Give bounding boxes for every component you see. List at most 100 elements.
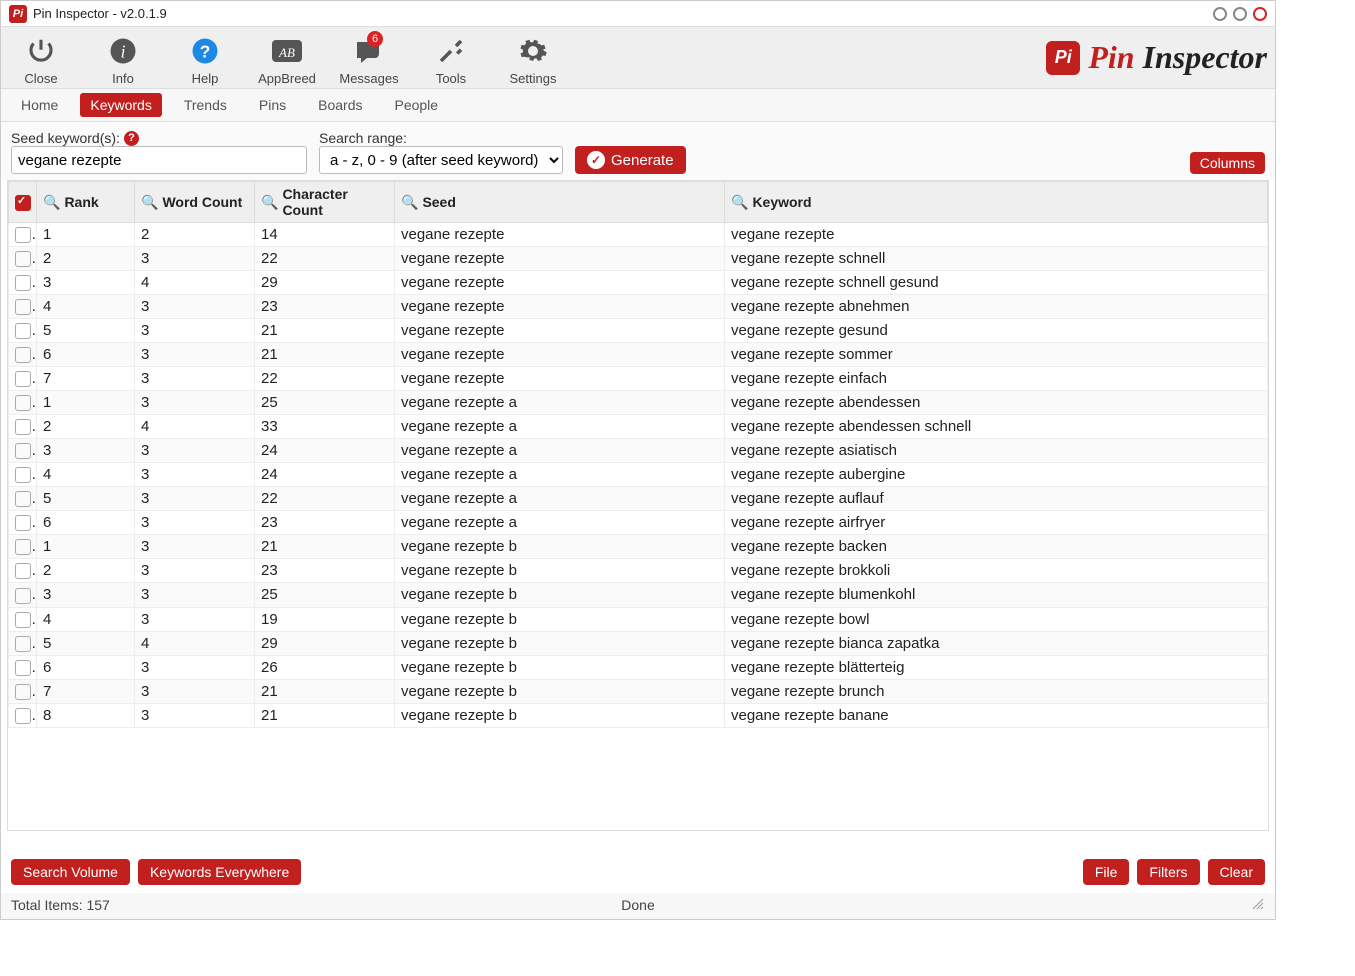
row-checkbox[interactable] [15,515,31,531]
table-row[interactable]: 1321vegane rezepte bvegane rezepte backe… [9,535,1268,559]
row-checkbox[interactable] [15,563,31,579]
row-checkbox[interactable] [15,636,31,652]
row-checkbox-cell[interactable] [9,631,37,655]
keywords-everywhere-button[interactable]: Keywords Everywhere [138,859,301,885]
row-checkbox[interactable] [15,612,31,628]
table-row[interactable]: 5429vegane rezepte bvegane rezepte bianc… [9,631,1268,655]
messages-button[interactable]: 6 Messages [337,33,401,86]
table-row[interactable]: 2322vegane rezeptevegane rezepte schnell [9,247,1268,271]
horizontal-scrollbar[interactable] [7,831,1269,849]
row-checkbox[interactable] [15,251,31,267]
row-checkbox[interactable] [15,539,31,555]
row-checkbox[interactable] [15,395,31,411]
header-keyword[interactable]: 🔍Keyword [725,182,1268,223]
row-checkbox-cell[interactable] [9,319,37,343]
header-char-count[interactable]: 🔍Character Count [255,182,395,223]
table-row[interactable]: 7321vegane rezepte bvegane rezepte brunc… [9,679,1268,703]
table-row[interactable]: 3325vegane rezepte bvegane rezepte blume… [9,583,1268,607]
settings-button[interactable]: Settings [501,33,565,86]
header-seed[interactable]: 🔍Seed [395,182,725,223]
header-checkbox[interactable] [15,195,31,211]
search-icon: 🔍 [43,194,60,211]
minimize-icon[interactable] [1213,7,1227,21]
row-checkbox[interactable] [15,708,31,724]
row-checkbox-cell[interactable] [9,391,37,415]
row-checkbox[interactable] [15,443,31,459]
row-checkbox-cell[interactable] [9,223,37,247]
seed-keyword-input[interactable] [11,146,307,174]
row-checkbox[interactable] [15,684,31,700]
table-row[interactable]: 7322vegane rezeptevegane rezepte einfach [9,367,1268,391]
row-checkbox[interactable] [15,323,31,339]
table-row[interactable]: 4324vegane rezepte avegane rezepte auber… [9,463,1268,487]
table-row[interactable]: 8321vegane rezepte bvegane rezepte banan… [9,703,1268,727]
tab-home[interactable]: Home [11,93,68,117]
row-checkbox-cell[interactable] [9,655,37,679]
columns-button[interactable]: Columns [1190,152,1265,174]
info-button[interactable]: i Info [91,33,155,86]
table-row[interactable]: 3324vegane rezepte avegane rezepte asiat… [9,439,1268,463]
filters-button[interactable]: Filters [1137,859,1199,885]
row-checkbox-cell[interactable] [9,559,37,583]
row-checkbox-cell[interactable] [9,271,37,295]
table-row[interactable]: 1214vegane rezeptevegane rezepte [9,223,1268,247]
table-row[interactable]: 6326vegane rezepte bvegane rezepte blätt… [9,655,1268,679]
row-checkbox-cell[interactable] [9,535,37,559]
close-icon[interactable] [1253,7,1267,21]
row-checkbox[interactable] [15,491,31,507]
table-row[interactable]: 6321vegane rezeptevegane rezepte sommer [9,343,1268,367]
row-checkbox[interactable] [15,347,31,363]
header-word-count[interactable]: 🔍Word Count [135,182,255,223]
header-checkbox-cell[interactable] [9,182,37,223]
table-row[interactable]: 2433vegane rezepte avegane rezepte abend… [9,415,1268,439]
tools-button[interactable]: Tools [419,33,483,86]
clear-button[interactable]: Clear [1208,859,1265,885]
row-checkbox-cell[interactable] [9,295,37,319]
results-table-scroll[interactable]: 🔍Rank 🔍Word Count 🔍Character Count 🔍Seed… [7,180,1269,831]
row-checkbox-cell[interactable] [9,607,37,631]
table-row[interactable]: 5322vegane rezepte avegane rezepte aufla… [9,487,1268,511]
row-checkbox[interactable] [15,299,31,315]
tab-pins[interactable]: Pins [249,93,296,117]
row-checkbox-cell[interactable] [9,703,37,727]
search-volume-button[interactable]: Search Volume [11,859,130,885]
row-checkbox[interactable] [15,660,31,676]
tab-keywords[interactable]: Keywords [80,93,161,117]
help-button[interactable]: ? Help [173,33,237,86]
row-checkbox[interactable] [15,275,31,291]
row-checkbox[interactable] [15,467,31,483]
table-row[interactable]: 3429vegane rezeptevegane rezepte schnell… [9,271,1268,295]
row-checkbox[interactable] [15,371,31,387]
table-row[interactable]: 4319vegane rezepte bvegane rezepte bowl [9,607,1268,631]
maximize-icon[interactable] [1233,7,1247,21]
question-icon[interactable]: ? [124,131,139,146]
search-range-select[interactable]: a - z, 0 - 9 (after seed keyword) [319,146,563,174]
row-checkbox-cell[interactable] [9,415,37,439]
row-checkbox[interactable] [15,588,31,604]
table-row[interactable]: 1325vegane rezepte avegane rezepte abend… [9,391,1268,415]
table-row[interactable]: 4323vegane rezeptevegane rezepte abnehme… [9,295,1268,319]
row-checkbox-cell[interactable] [9,583,37,607]
row-checkbox-cell[interactable] [9,511,37,535]
close-button[interactable]: Close [9,33,73,86]
tab-boards[interactable]: Boards [308,93,372,117]
row-checkbox-cell[interactable] [9,487,37,511]
row-checkbox-cell[interactable] [9,247,37,271]
row-checkbox-cell[interactable] [9,463,37,487]
row-checkbox[interactable] [15,227,31,243]
file-button[interactable]: File [1083,859,1130,885]
appbreed-button[interactable]: AB AppBreed [255,33,319,86]
row-checkbox-cell[interactable] [9,439,37,463]
row-checkbox[interactable] [15,419,31,435]
tab-trends[interactable]: Trends [174,93,237,117]
table-row[interactable]: 5321vegane rezeptevegane rezepte gesund [9,319,1268,343]
table-row[interactable]: 6323vegane rezepte avegane rezepte airfr… [9,511,1268,535]
tab-people[interactable]: People [384,93,448,117]
header-rank[interactable]: 🔍Rank [37,182,135,223]
row-checkbox-cell[interactable] [9,367,37,391]
generate-button[interactable]: ✓ Generate [575,146,686,174]
row-checkbox-cell[interactable] [9,343,37,367]
row-checkbox-cell[interactable] [9,679,37,703]
resize-grip-icon[interactable] [1251,897,1265,913]
table-row[interactable]: 2323vegane rezepte bvegane rezepte brokk… [9,559,1268,583]
